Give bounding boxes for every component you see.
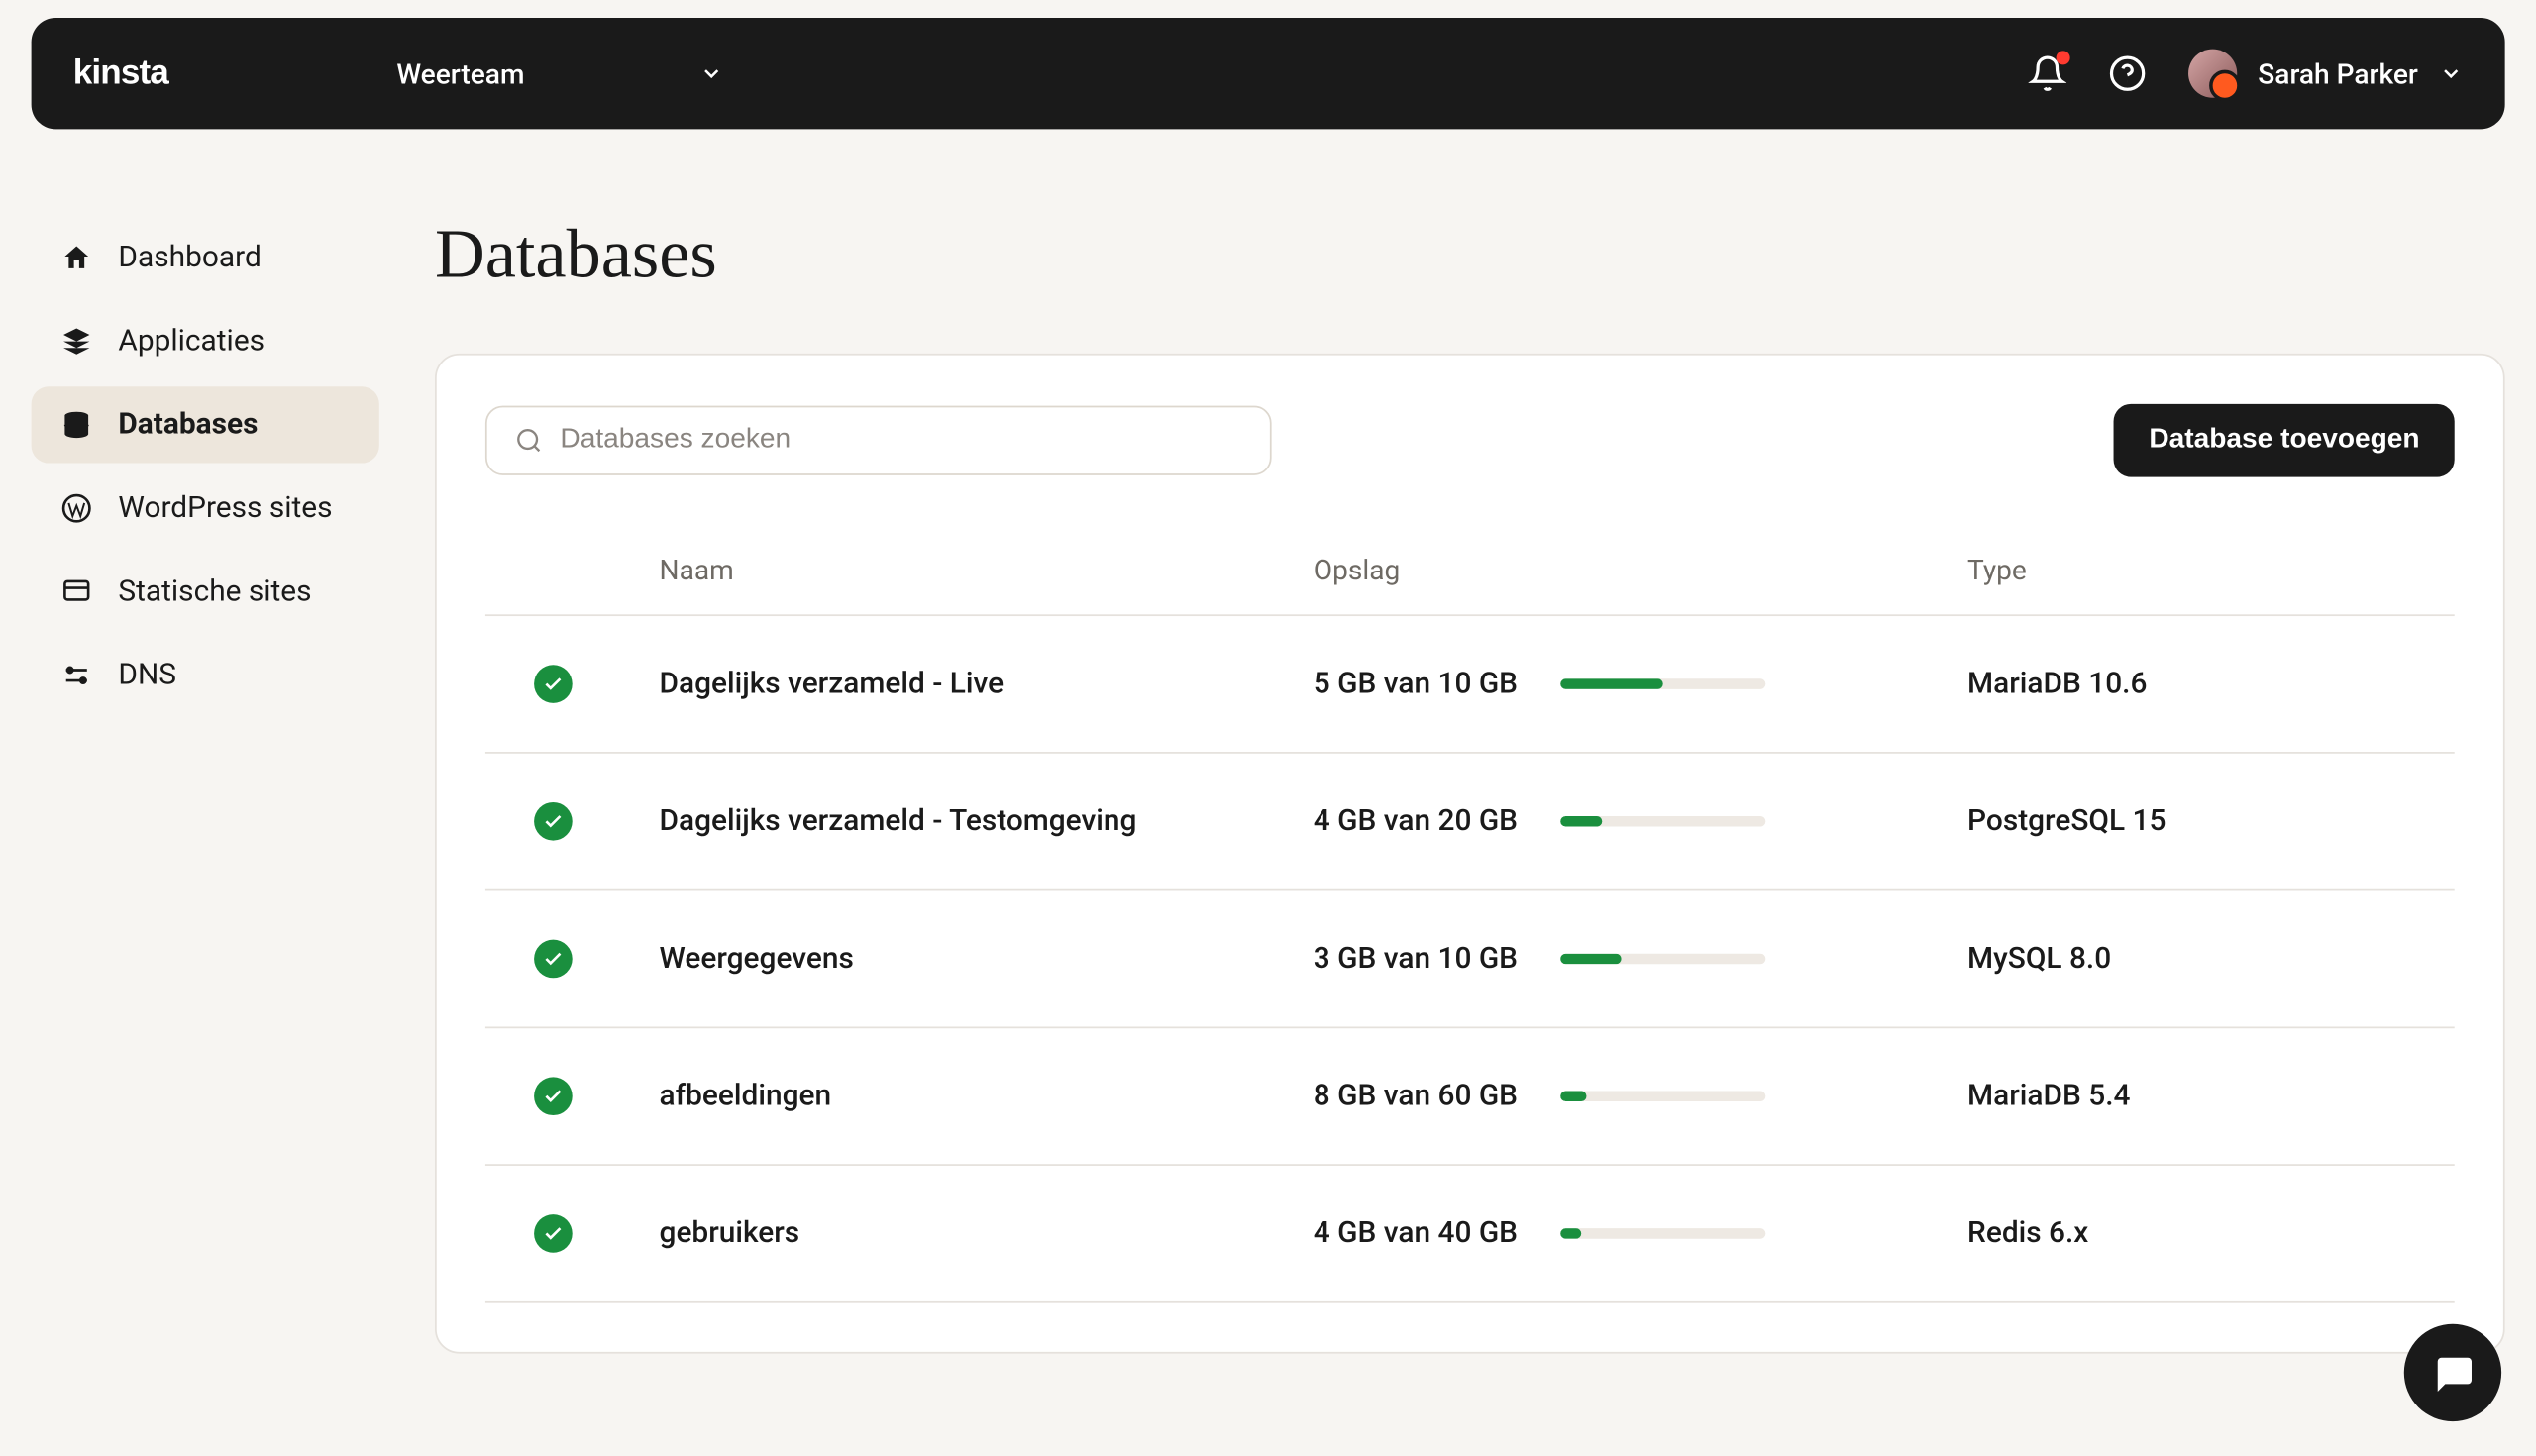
sidebar: Dashboard Applicaties Databases WordPress s… <box>32 160 379 1354</box>
main: Databases Database toevoegen Naam Opslag… <box>435 160 2505 1354</box>
storage-text: 4 GB van 40 GB <box>1314 1216 1536 1251</box>
sidebar-item-label: Databases <box>118 407 258 442</box>
status-ok-icon <box>534 1077 573 1115</box>
sidebar-item-databases[interactable]: Databases <box>32 386 379 463</box>
db-storage: 8 GB van 60 GB <box>1314 1079 1967 1113</box>
table-row[interactable]: Dagelijks verzameld - Testomgeving4 GB v… <box>485 752 2455 889</box>
sidebar-item-wordpress-sites[interactable]: WordPress sites <box>32 470 379 547</box>
storage-progress <box>1560 954 1765 965</box>
search-icon <box>515 427 543 455</box>
table-row[interactable]: Dagelijks verzameld - Live5 GB van 10 GB… <box>485 614 2455 752</box>
sidebar-item-label: WordPress sites <box>118 491 332 526</box>
chat-button[interactable] <box>2404 1324 2501 1421</box>
db-type: MySQL 8.0 <box>1967 941 2455 976</box>
storage-progress <box>1560 1091 1765 1101</box>
sidebar-item-applicaties[interactable]: Applicaties <box>32 303 379 379</box>
database-icon <box>59 409 94 441</box>
db-type: MariaDB 10.6 <box>1967 667 2455 701</box>
table-header: Naam Opslag Type <box>485 526 2455 615</box>
sidebar-item-statische-sites[interactable]: Statische sites <box>32 554 379 630</box>
col-type: Type <box>1967 554 2455 586</box>
status-ok-icon <box>534 1214 573 1253</box>
add-database-button[interactable]: Database toevoegen <box>2114 404 2454 477</box>
storage-progress <box>1560 816 1765 827</box>
sidebar-item-label: Dashboard <box>118 241 261 275</box>
avatar <box>2188 50 2237 98</box>
db-name: Dagelijks verzameld - Testomgeving <box>660 804 1314 839</box>
page-title: Databases <box>435 213 2505 295</box>
col-storage: Opslag <box>1314 554 1967 586</box>
db-storage: 5 GB van 10 GB <box>1314 667 1967 701</box>
chevron-down-icon <box>698 61 723 86</box>
table-row[interactable]: afbeeldingen8 GB van 60 GB MariaDB 5.4 <box>485 1026 2455 1164</box>
notifications-button[interactable] <box>2028 54 2066 93</box>
storage-text: 4 GB van 20 GB <box>1314 804 1536 839</box>
storage-progress <box>1560 678 1765 689</box>
databases-card: Database toevoegen Naam Opslag Type Dage… <box>435 354 2505 1354</box>
chevron-down-icon <box>2439 61 2464 86</box>
db-type: PostgreSQL 15 <box>1967 804 2455 839</box>
home-icon <box>59 243 94 274</box>
dns-icon <box>59 660 94 691</box>
site-selector[interactable]: Weerteam <box>396 57 722 90</box>
db-type: Redis 6.x <box>1967 1216 2455 1251</box>
layers-icon <box>59 326 94 358</box>
db-storage: 3 GB van 10 GB <box>1314 941 1967 976</box>
site-selector-label: Weerteam <box>396 57 524 90</box>
sidebar-item-label: DNS <box>118 658 176 692</box>
sidebar-item-dashboard[interactable]: Dashboard <box>32 220 379 296</box>
user-name: Sarah Parker <box>2258 57 2418 90</box>
storage-text: 3 GB van 10 GB <box>1314 941 1536 976</box>
wordpress-icon <box>59 492 94 524</box>
svg-text:kinsta: kinsta <box>73 54 170 92</box>
notification-dot <box>2057 51 2070 64</box>
sidebar-item-label: Applicaties <box>118 324 264 359</box>
col-name: Naam <box>660 554 1314 586</box>
static-icon <box>59 576 94 608</box>
help-button[interactable] <box>2108 54 2147 93</box>
sidebar-item-dns[interactable]: DNS <box>32 637 379 713</box>
table-row[interactable]: Weergegevens3 GB van 10 GB MySQL 8.0 <box>485 889 2455 1027</box>
db-name: afbeeldingen <box>660 1079 1314 1113</box>
search-box[interactable] <box>485 406 1272 475</box>
logo: kinsta <box>73 54 205 93</box>
search-input[interactable] <box>560 425 1241 457</box>
status-ok-icon <box>534 802 573 841</box>
db-name: gebruikers <box>660 1216 1314 1251</box>
status-ok-icon <box>534 940 573 979</box>
topbar: kinsta Weerteam Sarah Parker <box>32 18 2505 129</box>
db-storage: 4 GB van 40 GB <box>1314 1216 1967 1251</box>
db-name: Weergegevens <box>660 941 1314 976</box>
table-row[interactable]: gebruikers4 GB van 40 GB Redis 6.x <box>485 1164 2455 1302</box>
user-menu[interactable]: Sarah Parker <box>2188 50 2463 98</box>
databases-table: Naam Opslag Type Dagelijks verzameld - L… <box>485 526 2455 1303</box>
status-ok-icon <box>534 665 573 703</box>
sidebar-item-label: Statische sites <box>118 574 311 609</box>
storage-text: 5 GB van 10 GB <box>1314 667 1536 701</box>
storage-progress <box>1560 1228 1765 1239</box>
storage-text: 8 GB van 60 GB <box>1314 1079 1536 1113</box>
db-name: Dagelijks verzameld - Live <box>660 667 1314 701</box>
db-storage: 4 GB van 20 GB <box>1314 804 1967 839</box>
db-type: MariaDB 5.4 <box>1967 1079 2455 1113</box>
